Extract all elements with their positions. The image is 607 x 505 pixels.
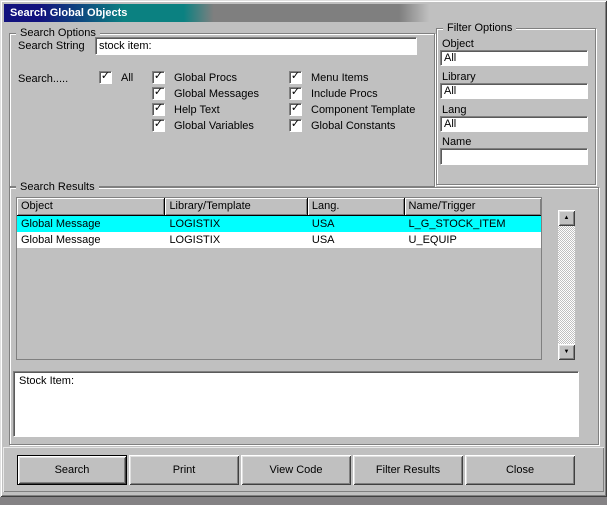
filter-results-button[interactable]: Filter Results [353,455,463,485]
cell-lang: USA [308,216,405,232]
filter-name-input[interactable] [440,148,588,165]
checkmark-icon: ✓ [101,70,110,82]
scroll-up-button[interactable]: ▲ [558,210,575,226]
checkbox-help-text-label[interactable]: Help Text [174,104,220,117]
table-row-selected[interactable]: Global Message LOGISTIX USA L_G_STOCK_IT… [17,216,541,232]
cell-object: Global Message [17,232,165,248]
print-button[interactable]: Print [129,455,239,485]
search-options-group-label: Search Options [16,27,100,39]
search-prefix-label: Search..... [18,73,68,86]
search-results-group-label: Search Results [16,181,99,193]
screen: Search Global Objects Search Options Sea… [0,0,607,505]
cell-library: LOGISTIX [165,216,307,232]
message-preview-text: Stock Item: [19,375,74,387]
checkbox-global-constants-label[interactable]: Global Constants [311,120,395,133]
scrollbar-track[interactable] [558,226,575,344]
column-header-library-template[interactable]: Library/Template [165,198,307,215]
checkbox-include-procs[interactable]: ✓ [289,87,302,100]
cell-lang: USA [308,232,405,248]
checkmark-icon: ✓ [291,102,300,114]
scroll-down-button[interactable]: ▼ [558,344,575,360]
filter-options-group-label: Filter Options [443,22,516,34]
column-header-lang[interactable]: Lang. [308,198,405,215]
checkbox-component-template-label[interactable]: Component Template [311,104,415,117]
checkmark-icon: ✓ [154,102,163,114]
close-button[interactable]: Close [465,455,575,485]
checkbox-include-procs-label[interactable]: Include Procs [311,88,378,101]
table-row[interactable]: Global Message LOGISTIX USA U_EQUIP [17,232,541,248]
checkbox-menu-items-label[interactable]: Menu Items [311,72,368,85]
view-code-button[interactable]: View Code [241,455,351,485]
checkbox-global-procs[interactable]: ✓ [152,71,165,84]
results-scrollbar[interactable]: ▲ ▼ [558,210,575,360]
cell-name: U_EQUIP [405,232,541,248]
checkbox-menu-items[interactable]: ✓ [289,71,302,84]
filter-lang-input[interactable] [440,116,588,132]
checkmark-icon: ✓ [154,118,163,130]
checkbox-all-label[interactable]: All [121,72,133,85]
results-table-header: Object Library/Template Lang. Name/Trigg… [17,198,541,216]
filter-object-input[interactable] [440,50,588,66]
message-preview-box[interactable]: Stock Item: [13,371,579,437]
checkbox-component-template[interactable]: ✓ [289,103,302,116]
search-string-input[interactable] [95,37,417,55]
column-header-name-trigger[interactable]: Name/Trigger [405,198,541,215]
checkbox-global-constants[interactable]: ✓ [289,119,302,132]
checkbox-help-text[interactable]: ✓ [152,103,165,116]
column-header-object[interactable]: Object [17,198,165,215]
checkbox-global-variables-label[interactable]: Global Variables [174,120,254,133]
title-bar[interactable]: Search Global Objects [4,4,603,22]
window-title: Search Global Objects [10,7,127,19]
checkbox-global-procs-label[interactable]: Global Procs [174,72,237,85]
desktop-background [0,497,607,505]
checkbox-all[interactable]: ✓ [99,71,112,84]
checkmark-icon: ✓ [291,70,300,82]
search-string-label: Search String [18,40,85,53]
dialog-window: Search Global Objects Search Options Sea… [0,0,607,497]
scroll-up-arrow-icon: ▲ [564,215,570,221]
cell-name: L_G_STOCK_ITEM [405,216,541,232]
search-button[interactable]: Search [17,455,127,485]
checkbox-global-messages[interactable]: ✓ [152,87,165,100]
cell-library: LOGISTIX [165,232,307,248]
checkmark-icon: ✓ [154,70,163,82]
checkmark-icon: ✓ [291,118,300,130]
filter-library-input[interactable] [440,83,588,99]
results-table: Object Library/Template Lang. Name/Trigg… [16,197,542,360]
checkbox-global-variables[interactable]: ✓ [152,119,165,132]
checkmark-icon: ✓ [291,86,300,98]
checkbox-global-messages-label[interactable]: Global Messages [174,88,259,101]
scroll-down-arrow-icon: ▼ [564,349,570,355]
cell-object: Global Message [17,216,165,232]
checkmark-icon: ✓ [154,86,163,98]
